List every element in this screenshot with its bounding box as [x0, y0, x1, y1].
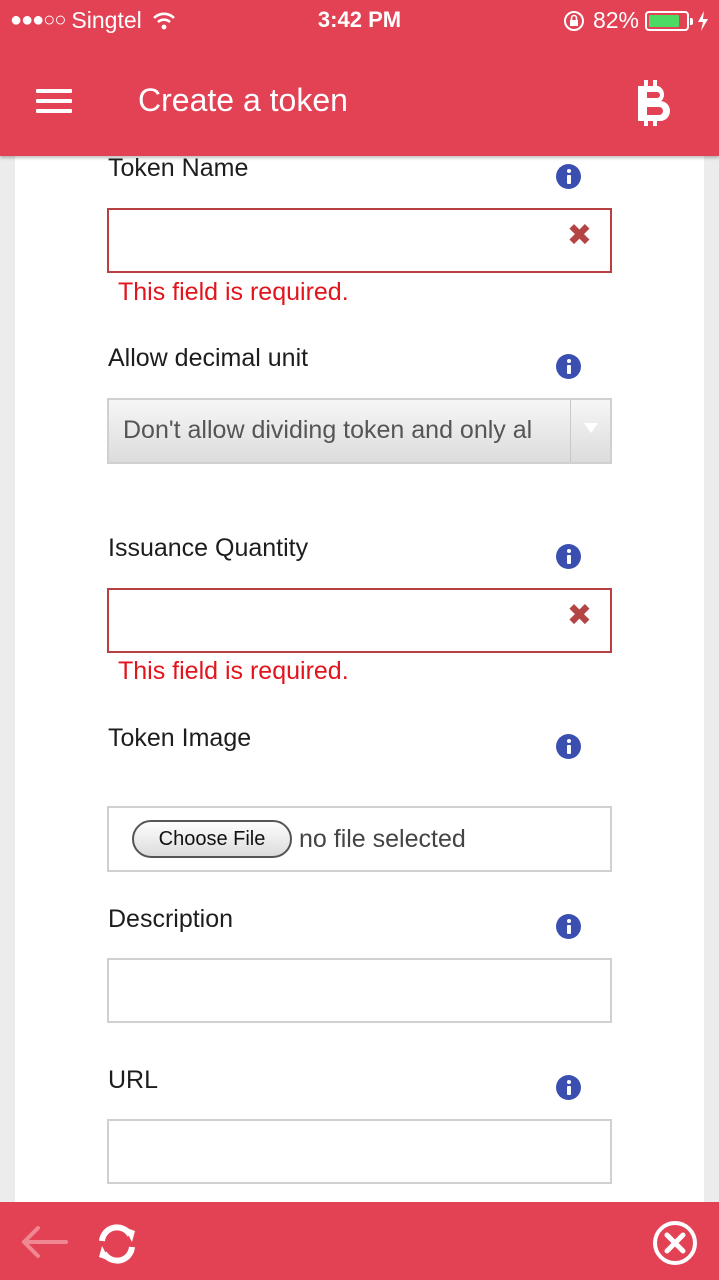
info-icon[interactable]	[556, 1075, 581, 1100]
menu-line	[36, 99, 72, 103]
menu-line	[36, 89, 72, 93]
description-input[interactable]	[107, 958, 612, 1023]
description-label: Description	[108, 905, 234, 933]
info-icon[interactable]	[556, 354, 581, 379]
info-icon[interactable]	[556, 734, 581, 759]
battery-level	[649, 14, 679, 27]
menu-line	[36, 109, 72, 113]
charging-bolt-icon	[698, 10, 708, 31]
file-status: no file selected	[299, 825, 466, 853]
info-icon[interactable]	[556, 914, 581, 939]
chevron-down-icon	[570, 400, 610, 462]
bottom-toolbar	[0, 1202, 719, 1280]
bitcoin-icon[interactable]	[634, 78, 674, 128]
token-name-label: Token Name	[108, 154, 249, 182]
page-title: Create a token	[138, 82, 348, 118]
battery-tip	[690, 17, 693, 25]
token-name-input[interactable]: ✖	[107, 208, 612, 273]
token-name-error: This field is required.	[118, 278, 349, 306]
decimal-unit-select[interactable]: Don't allow dividing token and only al	[107, 398, 612, 464]
token-image-file-field: Choose File no file selected	[107, 806, 612, 872]
url-input[interactable]	[107, 1119, 612, 1184]
rotation-lock-icon	[563, 10, 584, 31]
issuance-quantity-label: Issuance Quantity	[108, 534, 309, 562]
info-icon[interactable]	[556, 544, 581, 569]
refresh-icon[interactable]	[94, 1221, 140, 1267]
status-right: 82%	[563, 7, 709, 34]
battery-icon	[645, 10, 693, 31]
decimal-unit-selected: Don't allow dividing token and only al	[123, 416, 533, 444]
hamburger-menu-icon[interactable]	[36, 89, 72, 113]
token-image-label: Token Image	[108, 724, 252, 752]
status-bar: ●●●○○ Singtel 3:42 PM 82%	[0, 0, 719, 42]
close-circle-icon[interactable]	[652, 1220, 698, 1266]
info-icon[interactable]	[556, 164, 581, 189]
clear-x-icon[interactable]: ✖	[567, 221, 592, 251]
battery-percent: 82%	[592, 7, 639, 33]
url-label: URL	[108, 1066, 159, 1094]
choose-file-button[interactable]: Choose File	[132, 820, 292, 858]
clear-x-icon[interactable]: ✖	[567, 601, 592, 631]
app-header: ●●●○○ Singtel 3:42 PM 82% Create a token	[0, 0, 719, 156]
issuance-quantity-input[interactable]: ✖	[107, 588, 612, 653]
back-arrow-icon[interactable]	[18, 1222, 70, 1262]
decimal-unit-label: Allow decimal unit	[108, 344, 309, 372]
issuance-quantity-error: This field is required.	[118, 657, 349, 685]
